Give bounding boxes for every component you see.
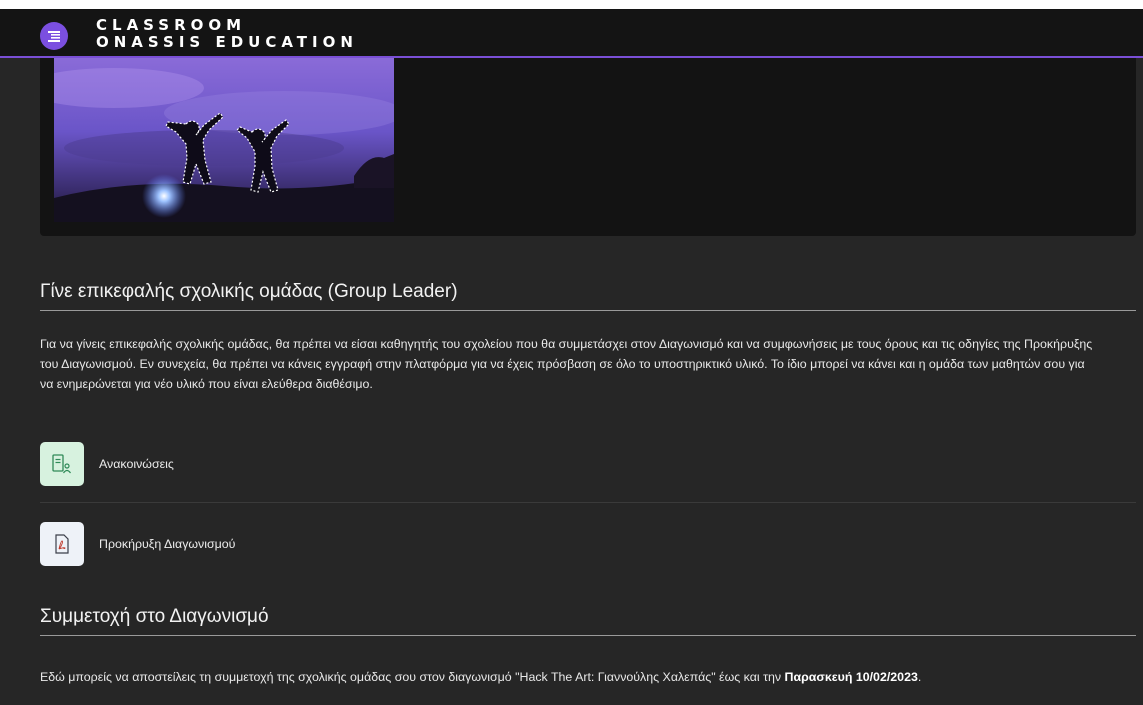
top-navbar: CLASSROOM ONASSIS EDUCATION bbox=[0, 0, 1143, 58]
activity-divider bbox=[40, 502, 1136, 503]
site-logo[interactable]: CLASSROOM ONASSIS EDUCATION bbox=[96, 17, 358, 51]
group-leader-description: Για να γίνεις επικεφαλής σχολικής ομάδας… bbox=[40, 337, 1093, 391]
announcements-forum-icon bbox=[40, 442, 84, 486]
course-header-banner bbox=[40, 58, 1136, 236]
deadline-date: Παρασκευή 10/02/2023 bbox=[784, 670, 918, 684]
browser-top-strip bbox=[0, 0, 1143, 9]
participation-description: Εδώ μπορείς να αποστείλεις τη συμμετοχή … bbox=[40, 667, 1100, 687]
section-title-participation: Συμμετοχή στο Διαγωνισμό bbox=[40, 606, 1136, 636]
brand-line-2: ONASSIS EDUCATION bbox=[96, 33, 358, 51]
section-title-group-leader: Γίνε επικεφαλής σχολικής ομάδας (Group L… bbox=[40, 281, 1136, 311]
pdf-file-icon bbox=[40, 522, 84, 566]
activity-competition-notice[interactable]: Προκήρυξη Διαγωνισμού bbox=[40, 514, 1136, 574]
banner-image bbox=[54, 58, 394, 222]
activity-announcements[interactable]: Ανακοινώσεις bbox=[40, 434, 1136, 494]
menu-list-icon[interactable] bbox=[40, 22, 68, 50]
participation-text-end: . bbox=[917, 670, 922, 684]
activity-label[interactable]: Ανακοινώσεις bbox=[99, 457, 174, 471]
participation-text: Εδώ μπορείς να αποστείλεις τη συμμετοχή … bbox=[40, 670, 785, 684]
brand-line-1: CLASSROOM bbox=[96, 16, 247, 34]
activity-label[interactable]: Προκήρυξη Διαγωνισμού bbox=[99, 537, 235, 551]
